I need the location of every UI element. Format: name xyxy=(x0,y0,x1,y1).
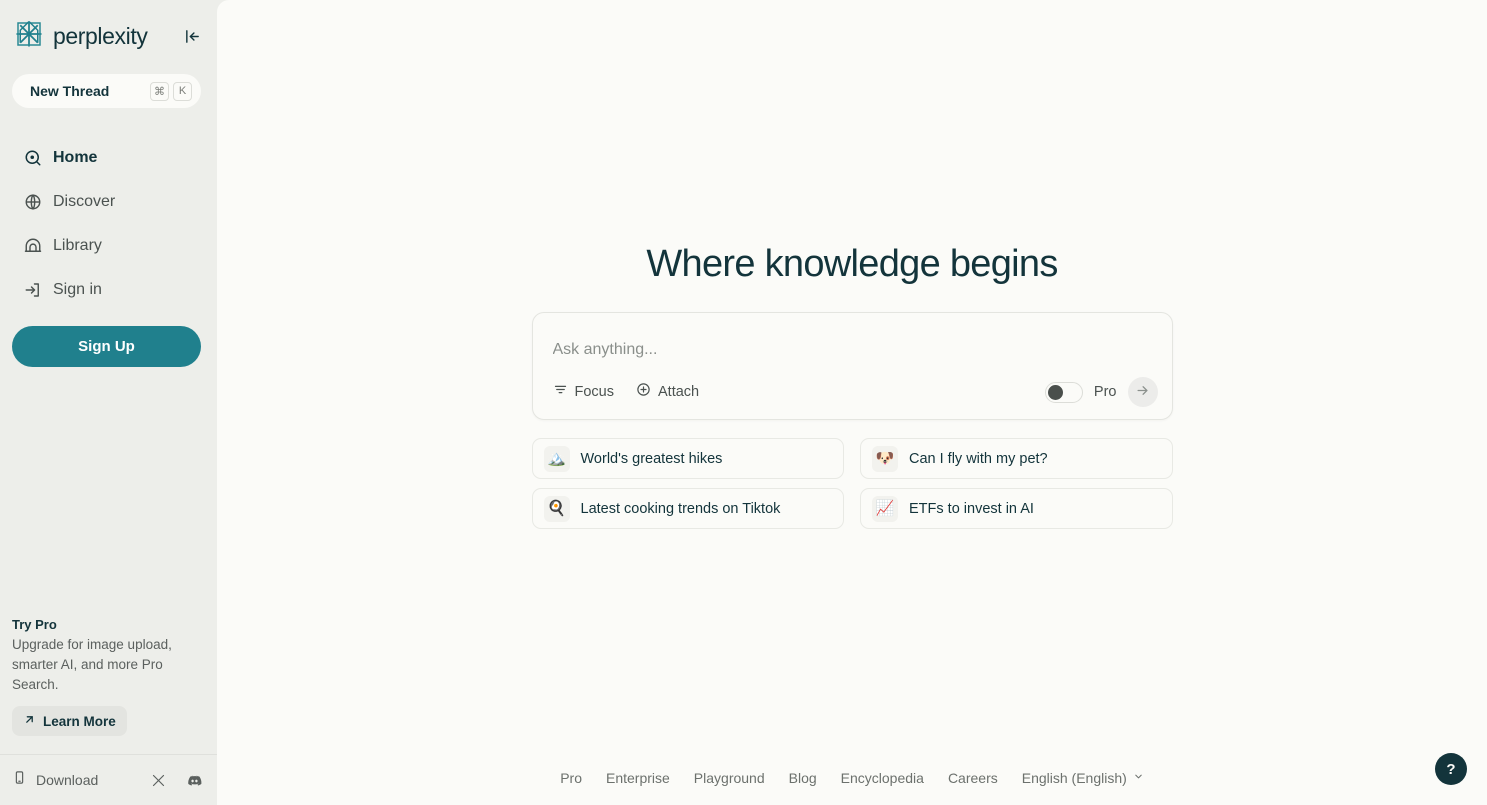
footer-link-encyclopedia[interactable]: Encyclopedia xyxy=(841,770,924,786)
phone-icon xyxy=(12,770,27,790)
focus-filter-icon xyxy=(553,382,568,402)
attach-button[interactable]: Attach xyxy=(636,382,699,402)
home-target-icon xyxy=(24,149,42,167)
suggestion-label-hikes: World's greatest hikes xyxy=(580,450,723,467)
plus-circle-icon xyxy=(636,382,651,402)
footer: Pro Enterprise Playground Blog Encyclope… xyxy=(217,769,1487,787)
brand-name: perplexity xyxy=(53,22,148,49)
new-thread-button[interactable]: New Thread ⌘ K xyxy=(12,74,201,108)
footer-link-enterprise[interactable]: Enterprise xyxy=(606,770,670,786)
sidebar-item-discover[interactable]: Discover xyxy=(14,180,203,224)
download-button[interactable]: Download xyxy=(12,770,98,790)
shortcut-key-k: K xyxy=(173,81,192,101)
download-label: Download xyxy=(36,772,99,788)
perplexity-logo-icon xyxy=(14,19,44,54)
ask-tools: Focus Attach xyxy=(553,382,699,402)
mountain-emoji-icon: 🏔️ xyxy=(543,445,570,472)
sidebar-item-label-signin: Sign in xyxy=(53,281,102,298)
sidebar-item-label-discover: Discover xyxy=(53,193,116,210)
sidebar-nav: Home Discover Library Sign in xyxy=(12,136,205,312)
suggestion-label-pet: Can I fly with my pet? xyxy=(909,450,1048,467)
suggestion-card-pet[interactable]: 🐶 Can I fly with my pet? xyxy=(860,438,1173,479)
language-label: English (English) xyxy=(1021,770,1127,786)
new-thread-shortcut: ⌘ K xyxy=(150,81,192,101)
suggestion-card-etfs[interactable]: 📈 ETFs to invest in AI xyxy=(860,488,1173,529)
sidebar-item-label-home: Home xyxy=(53,149,98,166)
help-button[interactable]: ? xyxy=(1435,753,1467,785)
library-icon xyxy=(24,237,42,255)
app-root: perplexity New Thread ⌘ K Home Discover … xyxy=(0,0,1487,805)
footer-link-careers[interactable]: Careers xyxy=(948,770,998,786)
sign-in-icon xyxy=(24,281,42,299)
footer-link-pro[interactable]: Pro xyxy=(560,770,582,786)
ask-box-toolbar: Focus Attach Pro xyxy=(533,365,1172,419)
suggestion-card-cooking[interactable]: 🍳 Latest cooking trends on Tiktok xyxy=(531,488,844,529)
sidebar-item-signin[interactable]: Sign in xyxy=(14,268,203,312)
sidebar-bottom: Download xyxy=(0,755,217,805)
search-input[interactable] xyxy=(532,313,1172,365)
pro-toggle-knob xyxy=(1047,384,1063,400)
suggestion-label-cooking: Latest cooking trends on Tiktok xyxy=(580,500,781,517)
chevron-down-icon xyxy=(1133,769,1144,787)
pro-toggle[interactable] xyxy=(1044,381,1083,403)
ask-box: Focus Attach Pro xyxy=(531,312,1173,420)
arrow-up-right-icon xyxy=(23,713,36,729)
chart-increasing-emoji-icon: 📈 xyxy=(872,495,898,522)
ask-actions: Pro xyxy=(1044,377,1158,407)
new-thread-label: New Thread xyxy=(30,83,110,99)
social-links xyxy=(151,772,203,789)
try-pro-description: Upgrade for image upload, smarter AI, an… xyxy=(12,637,172,692)
dog-face-emoji-icon: 🐶 xyxy=(872,445,898,472)
suggestion-card-hikes[interactable]: 🏔️ World's greatest hikes xyxy=(531,438,844,479)
focus-button[interactable]: Focus xyxy=(553,382,615,402)
learn-more-label: Learn More xyxy=(43,713,116,729)
globe-icon xyxy=(24,193,42,211)
sidebar-item-label-library: Library xyxy=(53,237,102,254)
cooking-pan-emoji-icon: 🍳 xyxy=(543,495,570,522)
sidebar-item-home[interactable]: Home xyxy=(14,136,203,180)
x-twitter-icon[interactable] xyxy=(151,773,166,788)
submit-button[interactable] xyxy=(1127,377,1158,407)
sign-up-button[interactable]: Sign Up xyxy=(12,326,201,367)
shortcut-key-cmd: ⌘ xyxy=(150,81,169,101)
brand[interactable]: perplexity xyxy=(14,19,148,54)
sidebar-top: perplexity New Thread ⌘ K Home Discover … xyxy=(0,0,217,312)
footer-link-playground[interactable]: Playground xyxy=(694,770,765,786)
page-title: Where knowledge begins xyxy=(646,243,1058,285)
suggestions-grid: 🏔️ World's greatest hikes 🐶 Can I fly wi… xyxy=(531,438,1173,529)
sidebar-item-library[interactable]: Library xyxy=(14,224,203,268)
brand-row: perplexity xyxy=(12,16,205,56)
footer-link-blog[interactable]: Blog xyxy=(789,770,817,786)
language-selector[interactable]: English (English) xyxy=(1022,769,1144,787)
discord-icon[interactable] xyxy=(186,772,203,789)
collapse-sidebar-icon[interactable] xyxy=(181,25,203,47)
suggestion-label-etfs: ETFs to invest in AI xyxy=(909,500,1034,517)
focus-label: Focus xyxy=(574,384,615,400)
main-content: Where knowledge begins Focus xyxy=(217,0,1487,805)
attach-label: Attach xyxy=(658,384,700,400)
try-pro-panel: Try Pro Upgrade for image upload, smarte… xyxy=(0,617,217,736)
learn-more-button[interactable]: Learn More xyxy=(12,706,127,736)
arrow-right-icon xyxy=(1135,383,1150,401)
pro-label: Pro xyxy=(1093,384,1117,400)
try-pro-title: Try Pro xyxy=(12,617,57,632)
sidebar: perplexity New Thread ⌘ K Home Discover … xyxy=(0,0,217,805)
